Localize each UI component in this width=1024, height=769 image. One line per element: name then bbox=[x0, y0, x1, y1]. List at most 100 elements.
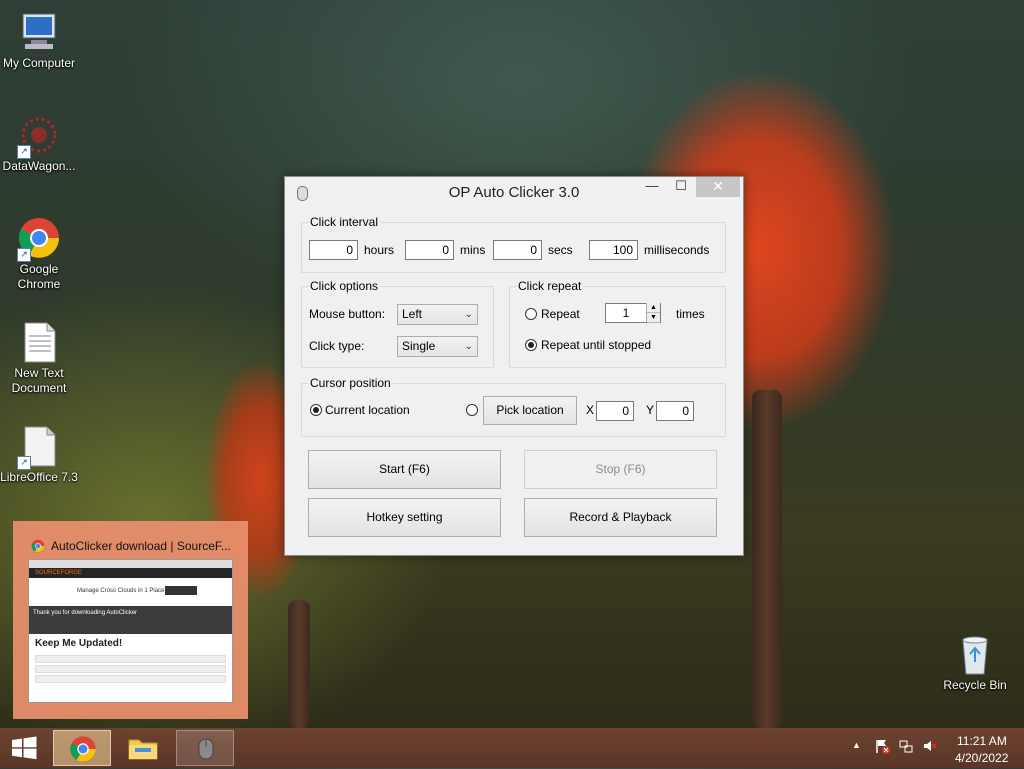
taskbar-file-explorer[interactable] bbox=[114, 730, 172, 766]
desktop-icon-my-computer[interactable]: My Computer bbox=[0, 10, 78, 71]
text-document-icon bbox=[17, 320, 61, 364]
y-coordinate-input[interactable]: 0 bbox=[656, 401, 694, 421]
x-label: X bbox=[586, 403, 595, 417]
tulip-stem bbox=[288, 600, 310, 728]
desktop-icon-libreoffice[interactable]: ↗ LibreOffice 7.3 bbox=[0, 424, 78, 485]
desktop-icon-recycle-bin[interactable]: Recycle Bin bbox=[936, 632, 1014, 693]
start-button-windows[interactable] bbox=[0, 730, 48, 766]
clock-time[interactable]: 11:21 AM bbox=[957, 734, 1007, 748]
recycle-bin-icon bbox=[953, 632, 997, 676]
ad-banner: Manage Cross Clouds in 1 Place bbox=[29, 578, 232, 606]
repeat-spinner[interactable]: ▲ ▼ bbox=[646, 303, 660, 323]
folder-icon bbox=[128, 739, 158, 760]
times-label: times bbox=[676, 307, 705, 321]
sourceforge-bar: SOURCEFORGE bbox=[29, 568, 232, 578]
title-bar[interactable]: OP Auto Clicker 3.0 — ☐ ✕ bbox=[285, 177, 743, 207]
taskbar: ▲ 11:21 AM 4/20/2022 bbox=[0, 728, 1024, 768]
form-field bbox=[35, 655, 226, 663]
maximize-button[interactable]: ☐ bbox=[667, 177, 695, 197]
click-repeat-label: Click repeat bbox=[516, 279, 584, 293]
minimize-button[interactable]: — bbox=[638, 177, 666, 197]
desktop-icon-label: My Computer bbox=[2, 56, 76, 70]
network-icon[interactable] bbox=[898, 738, 914, 757]
spin-up-icon[interactable]: ▲ bbox=[647, 303, 660, 313]
y-label: Y bbox=[646, 403, 655, 417]
pick-location-button[interactable]: Pick location bbox=[483, 396, 577, 425]
record-playback-button[interactable]: Record & Playback bbox=[524, 498, 717, 537]
clock-date[interactable]: 4/20/2022 bbox=[955, 751, 1008, 765]
spin-down-icon[interactable]: ▼ bbox=[647, 313, 660, 323]
desktop-icon-datawagon[interactable]: ↗ DataWagon... bbox=[0, 113, 78, 174]
current-location-radio[interactable] bbox=[310, 404, 322, 416]
milliseconds-label: milliseconds bbox=[644, 243, 710, 257]
shortcut-arrow-icon: ↗ bbox=[17, 145, 31, 159]
mins-input[interactable]: 0 bbox=[405, 240, 454, 260]
click-repeat-group: Click repeat Repeat 1 ▲ ▼ times Repeat u… bbox=[509, 279, 726, 368]
current-location-label: Current location bbox=[325, 403, 410, 417]
desktop-icon-label: Google Chrome bbox=[17, 262, 61, 291]
preview-thumbnail: SOURCEFORGE Manage Cross Clouds in 1 Pla… bbox=[28, 559, 233, 703]
desktop-icon-new-text-document[interactable]: New Text Document bbox=[0, 320, 78, 396]
preview-title: AutoClicker download | SourceF... bbox=[51, 539, 231, 553]
repeat-until-stopped-label: Repeat until stopped bbox=[541, 338, 652, 352]
click-options-label: Click options bbox=[308, 279, 381, 293]
taskbar-chrome[interactable] bbox=[53, 730, 111, 766]
x-coordinate-input[interactable]: 0 bbox=[596, 401, 634, 421]
desktop-icon-label: New Text Document bbox=[11, 366, 67, 395]
action-center-flag-icon[interactable] bbox=[874, 738, 890, 757]
computer-icon bbox=[17, 10, 61, 54]
chrome-icon: ↗ bbox=[17, 216, 61, 262]
repeat-until-stopped-radio[interactable] bbox=[525, 339, 537, 351]
ad-button bbox=[165, 586, 197, 595]
taskbar-preview[interactable]: AutoClicker download | SourceF... SOURCE… bbox=[13, 521, 248, 719]
secs-label: secs bbox=[548, 243, 573, 257]
hotkey-setting-button[interactable]: Hotkey setting bbox=[308, 498, 501, 537]
close-button[interactable]: ✕ bbox=[696, 177, 740, 197]
desktop-icon-label: Recycle Bin bbox=[943, 678, 1007, 692]
cursor-position-label: Cursor position bbox=[308, 376, 393, 390]
preview-heading: Keep Me Updated! bbox=[35, 638, 123, 649]
hours-input[interactable]: 0 bbox=[309, 240, 358, 260]
taskbar-op-auto-clicker[interactable] bbox=[176, 730, 234, 766]
show-hidden-icons[interactable]: ▲ bbox=[852, 740, 861, 750]
chevron-down-icon: ⌄ bbox=[464, 341, 473, 352]
volume-muted-icon[interactable] bbox=[922, 738, 938, 757]
secs-input[interactable]: 0 bbox=[493, 240, 542, 260]
click-interval-label: Click interval bbox=[308, 215, 381, 229]
desktop-icon-label: LibreOffice 7.3 bbox=[0, 470, 78, 484]
op-auto-clicker-window: OP Auto Clicker 3.0 — ☐ ✕ Click interval… bbox=[284, 176, 744, 556]
chevron-down-icon: ⌄ bbox=[464, 309, 473, 320]
click-type-label: Click type: bbox=[309, 339, 365, 353]
shortcut-arrow-icon: ↗ bbox=[17, 248, 31, 262]
stop-button[interactable]: Stop (F6) bbox=[524, 450, 717, 489]
click-interval-group: Click interval 0 hours 0 mins 0 secs 100… bbox=[301, 215, 726, 273]
mins-label: mins bbox=[460, 243, 486, 257]
thanks-text: Thank you for downloading AutoClicker bbox=[33, 610, 138, 616]
form-field bbox=[35, 665, 226, 673]
libreoffice-icon: ↗ bbox=[17, 424, 61, 470]
thanks-banner: Thank you for downloading AutoClicker bbox=[29, 606, 232, 634]
datawagon-icon: ↗ bbox=[17, 113, 61, 159]
pick-location-radio[interactable] bbox=[466, 404, 478, 416]
repeat-radio[interactable] bbox=[525, 308, 537, 320]
browser-tab-strip bbox=[29, 560, 232, 568]
start-button[interactable]: Start (F6) bbox=[308, 450, 501, 489]
repeat-label: Repeat bbox=[541, 307, 580, 321]
tulip-stem bbox=[752, 390, 782, 728]
shortcut-arrow-icon: ↗ bbox=[17, 456, 31, 470]
mouse-button-select[interactable]: Left ⌄ bbox=[397, 304, 478, 325]
click-type-value: Single bbox=[402, 339, 436, 353]
desktop-icon-google-chrome[interactable]: ↗ Google Chrome bbox=[0, 216, 78, 292]
desktop-icon-label: DataWagon... bbox=[2, 159, 76, 173]
milliseconds-input[interactable]: 100 bbox=[589, 240, 638, 260]
click-options-group: Click options Mouse button: Left ⌄ Click… bbox=[301, 279, 494, 368]
mouse-icon bbox=[198, 738, 214, 760]
chrome-icon bbox=[31, 539, 45, 553]
chrome-icon bbox=[70, 736, 96, 762]
mouse-button-value: Left bbox=[402, 307, 423, 321]
windows-logo-icon bbox=[12, 736, 37, 760]
ad-text: Manage Cross Clouds in 1 Place bbox=[77, 588, 165, 594]
mouse-button-label: Mouse button: bbox=[309, 307, 386, 321]
cursor-position-group: Cursor position Current location Pick lo… bbox=[301, 376, 726, 437]
click-type-select[interactable]: Single ⌄ bbox=[397, 336, 478, 357]
